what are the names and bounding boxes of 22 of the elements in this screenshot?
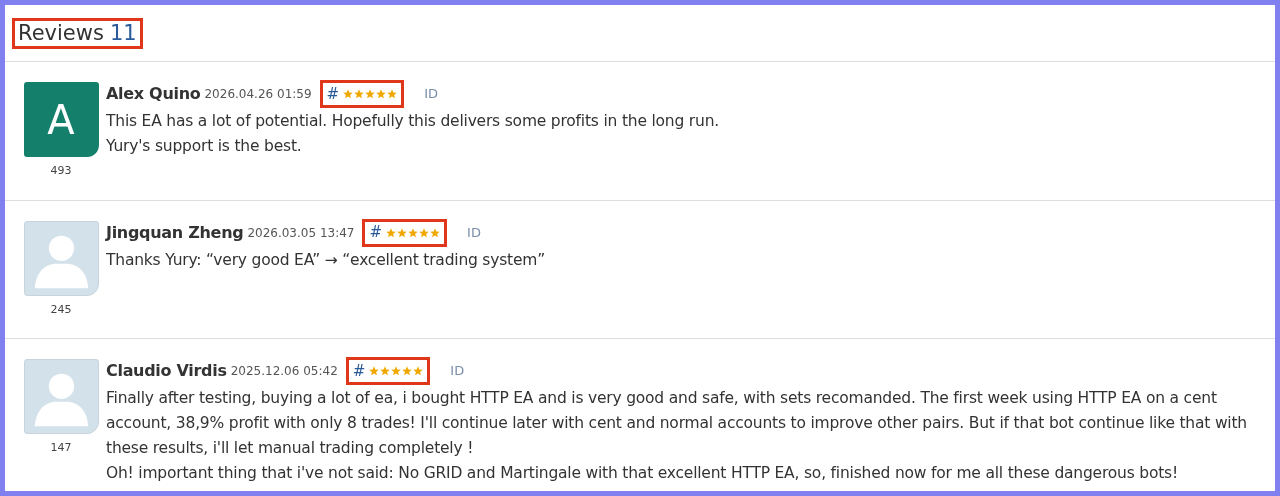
review-text: Yury's support is the best. bbox=[106, 136, 303, 157]
review-date: 2026.03.05 13:47 bbox=[247, 224, 355, 242]
user-rating-number: 147 bbox=[50, 440, 72, 456]
avatar-silhouette-icon bbox=[23, 220, 99, 296]
review-text: Oh! important thing that i've not said: No GRID and Martingale with that excellent HTTP EA, so, finished now for me all these dangerous bots! bbox=[106, 463, 1179, 484]
author-name[interactable]: Alex Quino bbox=[106, 82, 201, 106]
review-count: 11 bbox=[109, 22, 137, 44]
permalink[interactable]: # bbox=[369, 221, 383, 244]
review-text: Thanks Yury: “very good EA” → “excellent trading system” bbox=[106, 249, 547, 271]
permalink[interactable]: # bbox=[326, 82, 340, 106]
author-name[interactable]: Claudio Virdis bbox=[106, 359, 227, 383]
author-name[interactable]: Jingquan Zheng bbox=[106, 220, 244, 245]
letter-avatar: A bbox=[23, 82, 99, 157]
permalink[interactable]: # bbox=[352, 359, 366, 383]
review-date: 2026.04.26 01:59 bbox=[204, 86, 312, 103]
user-rating-number: 493 bbox=[50, 163, 72, 179]
avatar-silhouette-icon bbox=[23, 359, 99, 434]
review-text: This EA has a lot of potential. Hopefully this delivers some profits in the long run. bbox=[106, 111, 720, 132]
review-text: Finally after testing, buying a lot of ea, i bought HTTP EA and is very good and safe, with sets recomanded. The first week using HTTP EA on a cent account, 38,9% profit with only 8 trades! I'll continue later with cent and normal accounts to improve other pairs. But if that bot continue like that with these results, i'll let manual trading completely ! bbox=[106, 388, 1248, 459]
user-rating-number: 245 bbox=[50, 301, 72, 318]
review-date: 2025.12.06 05:42 bbox=[230, 363, 338, 380]
section-title: Reviews bbox=[18, 22, 104, 44]
